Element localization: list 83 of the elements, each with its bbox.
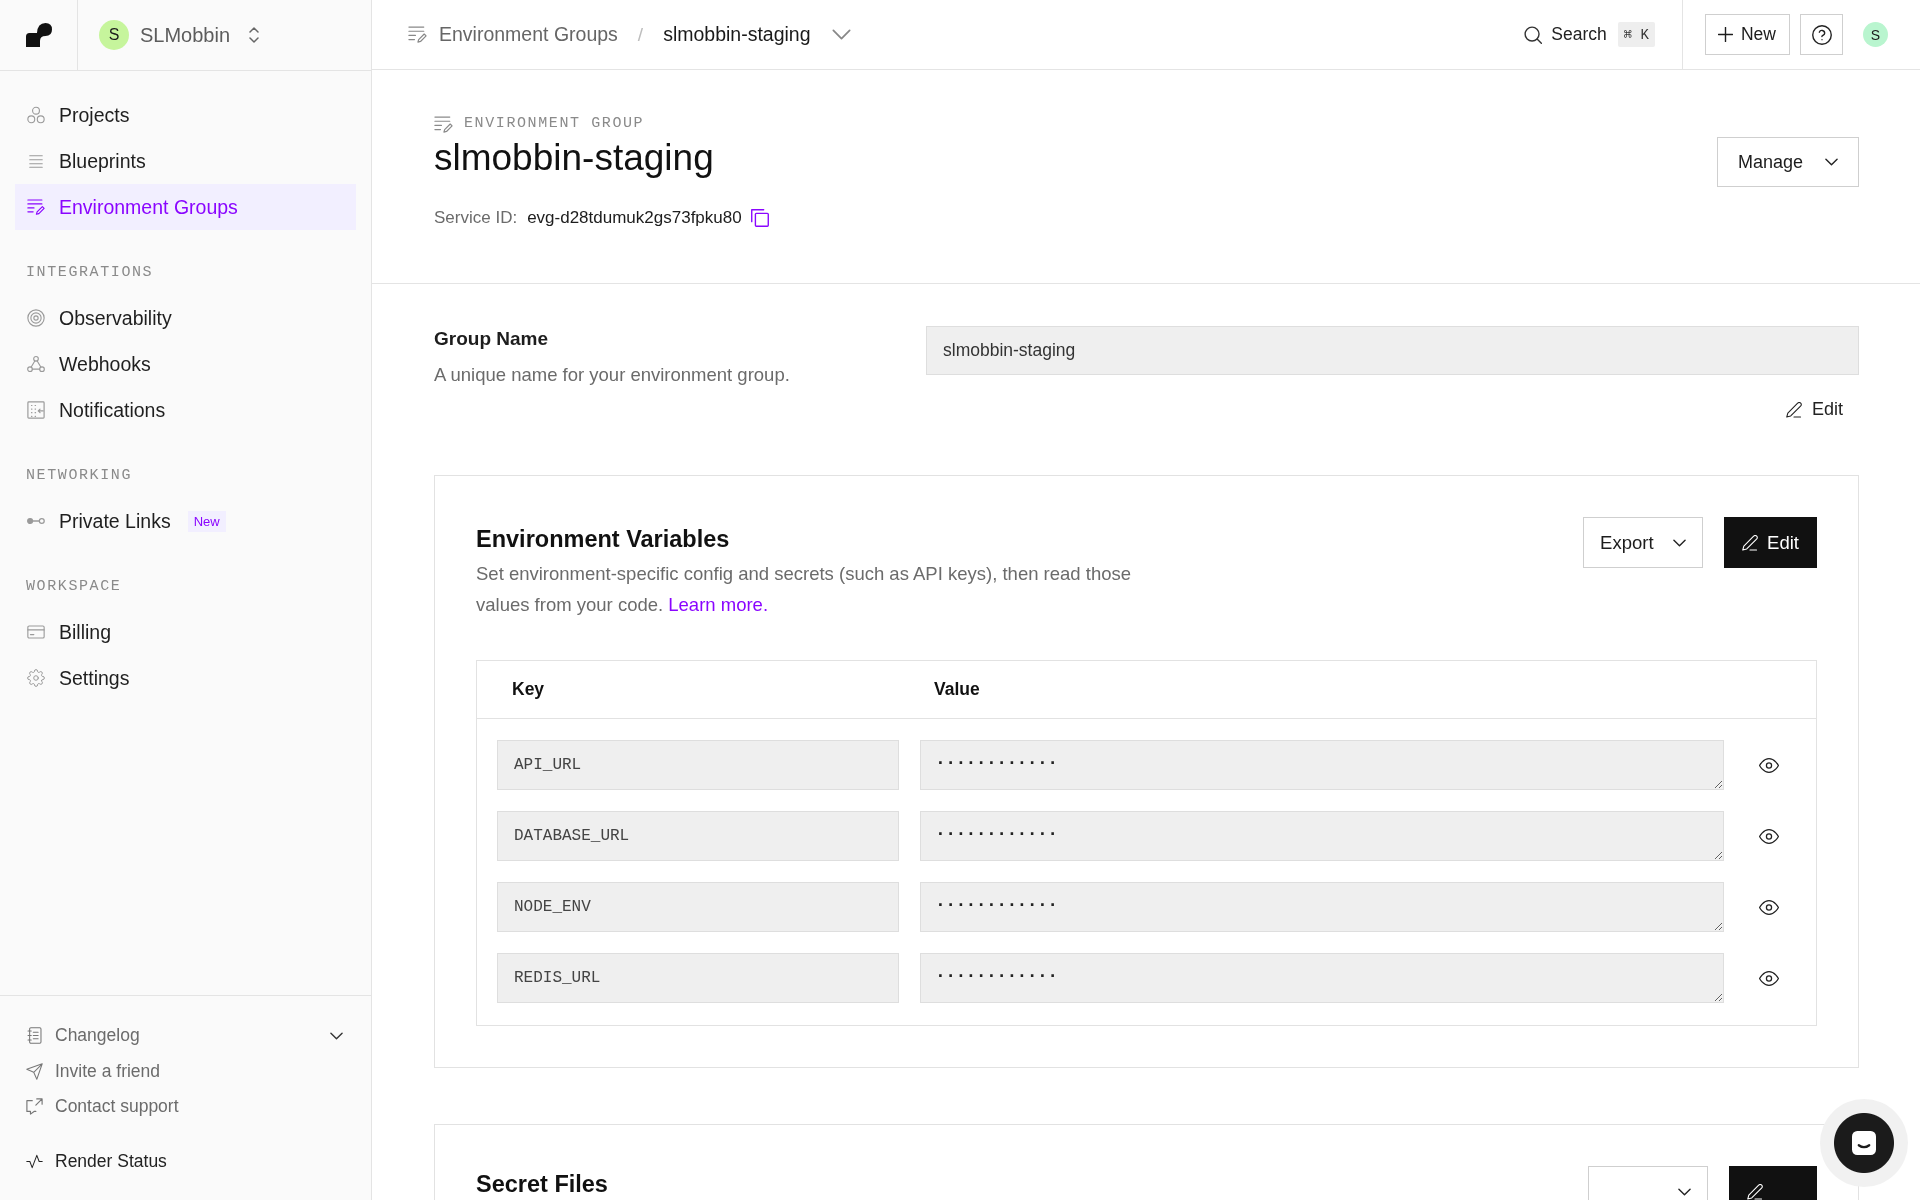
section-heading: NETWORKING bbox=[26, 466, 133, 486]
eye-icon[interactable] bbox=[1759, 757, 1779, 773]
edit-button[interactable]: Edit bbox=[1724, 517, 1817, 568]
manage-button[interactable]: Manage bbox=[1716, 137, 1859, 187]
eye-icon[interactable] bbox=[1759, 970, 1779, 986]
pulse-icon bbox=[26, 1152, 43, 1170]
sidebar-item[interactable]: Notifications bbox=[15, 387, 356, 433]
status-link[interactable]: Render Status bbox=[0, 1143, 167, 1179]
footer-link[interactable]: Contact support bbox=[0, 1089, 179, 1125]
logo-icon[interactable] bbox=[25, 23, 52, 47]
value-field[interactable]: ············ bbox=[920, 953, 1724, 1003]
chevron-down-icon bbox=[1678, 1187, 1691, 1196]
key-field[interactable]: DATABASE_URL bbox=[497, 811, 899, 861]
sidebar-item[interactable]: Blueprints bbox=[15, 138, 356, 184]
circles-icon bbox=[27, 106, 45, 124]
up-down-chevron-icon bbox=[249, 27, 260, 43]
sidebar-item[interactable]: Settings bbox=[15, 655, 356, 701]
chevron-down-icon bbox=[1673, 538, 1687, 547]
sidebar-item[interactable]: Billing bbox=[15, 609, 356, 655]
value-field[interactable]: ············ bbox=[920, 740, 1724, 790]
eye-icon[interactable] bbox=[1759, 899, 1779, 915]
user-avatar[interactable]: S bbox=[1863, 22, 1888, 47]
list-pencil-icon bbox=[434, 115, 453, 133]
section-title: Secret Files bbox=[476, 1172, 608, 1196]
chat-icon bbox=[1852, 1131, 1876, 1155]
target-icon bbox=[27, 309, 45, 327]
learn-more-link[interactable]: Learn more. bbox=[668, 594, 769, 615]
breadcrumb-separator: / bbox=[637, 23, 644, 46]
section-description: Set environment-specific config and secrets (such as API keys), then read those values from your code. Learn more. bbox=[476, 562, 1133, 617]
workspace-switcher[interactable]: S SLMobbin bbox=[99, 20, 260, 50]
help-button[interactable] bbox=[1800, 14, 1843, 55]
value-field[interactable]: ············ bbox=[920, 882, 1724, 932]
section-heading: WORKSPACE bbox=[26, 577, 123, 597]
copy-icon[interactable] bbox=[750, 209, 769, 227]
key-field[interactable]: REDIS_URL bbox=[497, 953, 899, 1003]
list-pencil-icon bbox=[27, 198, 45, 216]
breadcrumb-link[interactable]: slmobbin-staging bbox=[663, 23, 811, 46]
column-header: Value bbox=[934, 679, 980, 700]
field-description: A unique name for your environment group. bbox=[434, 363, 791, 387]
field-label: Group Name bbox=[434, 327, 550, 351]
changelog-link[interactable]: Changelog bbox=[0, 1018, 140, 1054]
column-header: Key bbox=[512, 679, 545, 700]
chevron-down-icon bbox=[1825, 158, 1838, 166]
key-field[interactable]: NODE_ENV bbox=[497, 882, 899, 932]
edit-button[interactable]: Edit bbox=[1785, 399, 1843, 420]
pencil-icon bbox=[1747, 1183, 1763, 1200]
key-field[interactable]: API_URL bbox=[497, 740, 899, 790]
value-field[interactable]: ············ bbox=[920, 811, 1724, 861]
new-button[interactable]: New bbox=[1705, 14, 1790, 55]
page-eyebrow: ENVIRONMENT GROUP bbox=[464, 114, 645, 134]
export-button[interactable]: Export bbox=[1583, 517, 1704, 568]
sidebar-item[interactable]: Environment Groups bbox=[15, 184, 356, 230]
section-heading: INTEGRATIONS bbox=[26, 263, 155, 283]
page-title: slmobbin-staging bbox=[434, 136, 715, 180]
service-id-label: Service ID: bbox=[434, 207, 518, 229]
group-name-field[interactable]: slmobbin-staging bbox=[926, 326, 1859, 375]
workspace-avatar: S bbox=[99, 20, 129, 50]
settings-icon bbox=[27, 669, 45, 687]
search-button[interactable]: Search ⌘ K bbox=[1524, 22, 1655, 47]
breadcrumb-link[interactable]: Environment Groups bbox=[439, 23, 618, 46]
sidebar-item[interactable]: Observability bbox=[15, 295, 356, 341]
notebook-icon bbox=[26, 1027, 43, 1045]
chevron-down-icon[interactable] bbox=[330, 1031, 343, 1040]
pencil-icon bbox=[1742, 534, 1759, 551]
chat-arrow-icon bbox=[26, 1098, 43, 1116]
search-icon bbox=[1524, 25, 1543, 44]
eye-icon[interactable] bbox=[1759, 828, 1779, 844]
sidebar-item[interactable]: Projects bbox=[15, 92, 356, 138]
section-title: Environment Variables bbox=[476, 525, 731, 554]
shortcut-key: ⌘ K bbox=[1617, 22, 1655, 47]
list-pencil-icon bbox=[408, 26, 427, 43]
help-icon bbox=[1811, 24, 1832, 45]
new-badge: New bbox=[187, 510, 226, 532]
footer-link[interactable]: Invite a friend bbox=[0, 1053, 161, 1089]
service-id-value: evg-d28tdumuk2gs73fpku80 bbox=[527, 207, 742, 229]
plus-icon bbox=[1718, 27, 1733, 42]
card-icon bbox=[27, 623, 45, 641]
send-icon bbox=[26, 1062, 43, 1080]
lines-icon bbox=[29, 154, 43, 168]
sidebar-item[interactable]: Private Links New bbox=[15, 498, 356, 544]
sidebar-item[interactable]: Webhooks bbox=[15, 341, 356, 387]
webhook-icon bbox=[27, 355, 45, 373]
pencil-icon bbox=[1785, 401, 1802, 418]
